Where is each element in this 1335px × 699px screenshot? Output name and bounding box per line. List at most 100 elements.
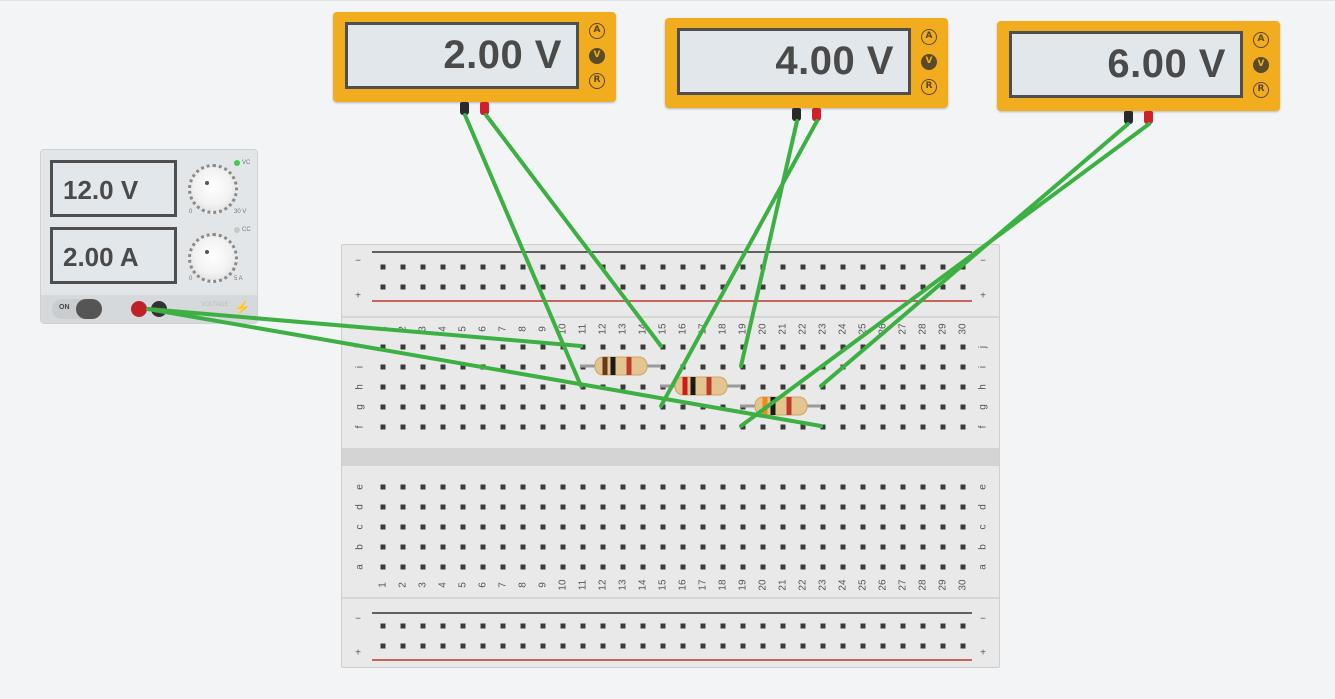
terminal-hole[interactable] [620, 364, 626, 370]
terminal-hole[interactable] [740, 544, 746, 550]
rail-hole[interactable] [720, 623, 726, 629]
terminal-hole[interactable] [680, 544, 686, 550]
terminal-hole[interactable] [700, 344, 706, 350]
black-probe-terminal[interactable] [1124, 111, 1133, 124]
terminal-hole[interactable] [900, 404, 906, 410]
terminal-hole[interactable] [440, 364, 446, 370]
rail-hole[interactable] [760, 623, 766, 629]
terminal-hole[interactable] [540, 404, 546, 410]
terminal-hole[interactable] [380, 424, 386, 430]
terminal-hole[interactable] [760, 344, 766, 350]
rail-hole[interactable] [700, 623, 706, 629]
rail-hole[interactable] [600, 623, 606, 629]
terminal-hole[interactable] [680, 344, 686, 350]
rail-hole[interactable] [520, 643, 526, 649]
terminal-hole[interactable] [480, 404, 486, 410]
rail-hole[interactable] [960, 623, 966, 629]
rail-hole[interactable] [600, 643, 606, 649]
terminal-hole[interactable] [760, 544, 766, 550]
terminal-hole[interactable] [760, 384, 766, 390]
terminal-hole[interactable] [620, 484, 626, 490]
terminal-hole[interactable] [680, 504, 686, 510]
rail-hole[interactable] [660, 643, 666, 649]
terminal-hole[interactable] [940, 424, 946, 430]
terminal-hole[interactable] [560, 344, 566, 350]
rail-hole[interactable] [440, 643, 446, 649]
rail-hole[interactable] [920, 623, 926, 629]
rail-hole[interactable] [840, 623, 846, 629]
terminal-hole[interactable] [720, 404, 726, 410]
terminal-hole[interactable] [900, 564, 906, 570]
terminal-hole[interactable] [820, 384, 826, 390]
terminal-hole[interactable] [520, 344, 526, 350]
rail-hole[interactable] [500, 643, 506, 649]
terminal-hole[interactable] [420, 524, 426, 530]
terminal-hole[interactable] [460, 524, 466, 530]
terminal-hole[interactable] [500, 564, 506, 570]
terminal-hole[interactable] [900, 364, 906, 370]
terminal-hole[interactable] [620, 404, 626, 410]
terminal-hole[interactable] [800, 424, 806, 430]
terminal-hole[interactable] [860, 404, 866, 410]
terminal-hole[interactable] [720, 544, 726, 550]
terminal-hole[interactable] [680, 564, 686, 570]
terminal-hole[interactable] [880, 484, 886, 490]
rail-hole[interactable] [700, 284, 706, 290]
terminal-hole[interactable] [720, 344, 726, 350]
terminal-hole[interactable] [400, 484, 406, 490]
terminal-hole[interactable] [380, 544, 386, 550]
terminal-hole[interactable] [540, 544, 546, 550]
rail-hole[interactable] [920, 284, 926, 290]
terminal-hole[interactable] [660, 504, 666, 510]
terminal-hole[interactable] [580, 404, 586, 410]
rail-hole[interactable] [740, 284, 746, 290]
terminal-hole[interactable] [520, 384, 526, 390]
terminal-hole[interactable] [460, 404, 466, 410]
terminal-hole[interactable] [940, 544, 946, 550]
terminal-hole[interactable] [560, 404, 566, 410]
terminal-hole[interactable] [480, 524, 486, 530]
terminal-hole[interactable] [960, 424, 966, 430]
rail-hole[interactable] [540, 643, 546, 649]
terminal-hole[interactable] [480, 384, 486, 390]
ohmmeter-mode-button[interactable]: R [1253, 82, 1269, 98]
terminal-hole[interactable] [500, 544, 506, 550]
terminal-hole[interactable] [720, 424, 726, 430]
rail-hole[interactable] [740, 623, 746, 629]
rail-hole[interactable] [540, 264, 546, 270]
terminal-hole[interactable] [600, 564, 606, 570]
terminal-hole[interactable] [380, 484, 386, 490]
rail-hole[interactable] [780, 264, 786, 270]
terminal-hole[interactable] [720, 484, 726, 490]
rail-hole[interactable] [460, 264, 466, 270]
terminal-hole[interactable] [700, 504, 706, 510]
terminal-hole[interactable] [920, 404, 926, 410]
terminal-hole[interactable] [720, 384, 726, 390]
rail-hole[interactable] [860, 623, 866, 629]
terminal-hole[interactable] [560, 424, 566, 430]
rail-hole[interactable] [440, 264, 446, 270]
rail-hole[interactable] [660, 284, 666, 290]
terminal-hole[interactable] [440, 384, 446, 390]
terminal-hole[interactable] [940, 504, 946, 510]
terminal-hole[interactable] [440, 404, 446, 410]
multimeter-1[interactable]: 2.00 V A V R [333, 12, 616, 115]
rail-hole[interactable] [860, 643, 866, 649]
terminal-hole[interactable] [880, 404, 886, 410]
terminal-hole[interactable] [560, 484, 566, 490]
terminal-hole[interactable] [700, 484, 706, 490]
terminal-hole[interactable] [560, 524, 566, 530]
terminal-hole[interactable] [880, 344, 886, 350]
rail-hole[interactable] [620, 643, 626, 649]
rail-hole[interactable] [840, 643, 846, 649]
terminal-hole[interactable] [820, 404, 826, 410]
rail-hole[interactable] [580, 284, 586, 290]
rail-hole[interactable] [940, 264, 946, 270]
ammeter-mode-button[interactable]: A [1253, 32, 1269, 48]
rail-hole[interactable] [380, 264, 386, 270]
ohmmeter-mode-button[interactable]: R [589, 73, 605, 89]
rail-hole[interactable] [940, 643, 946, 649]
terminal-hole[interactable] [820, 564, 826, 570]
terminal-hole[interactable] [580, 504, 586, 510]
dc-power-supply[interactable]: 12.0 V 2.00 A 0 30 V 0 5 A VC CC ON VOLT… [40, 149, 258, 324]
